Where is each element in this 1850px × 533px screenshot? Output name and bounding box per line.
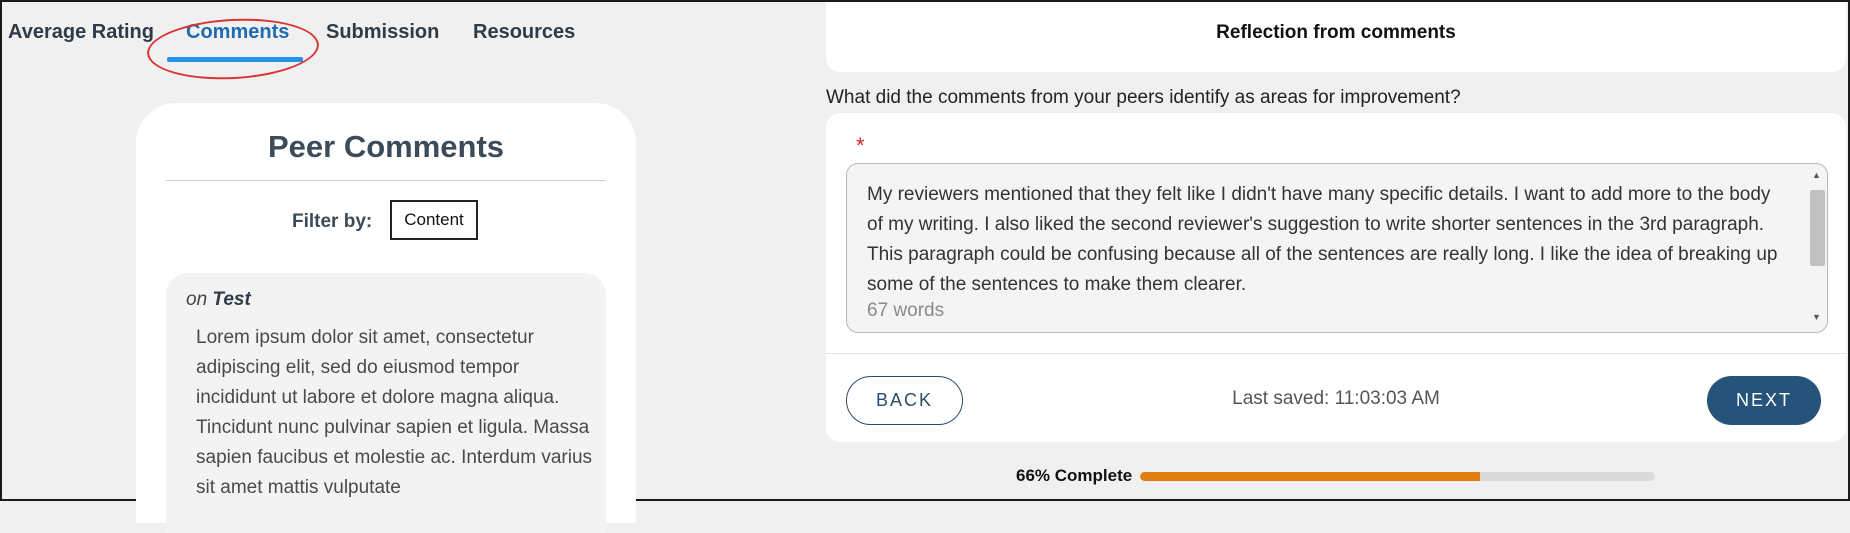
required-marker: * (856, 133, 865, 158)
scroll-down-icon[interactable]: ▼ (1812, 312, 1821, 322)
tab-resources[interactable]: Resources (473, 21, 575, 44)
comment-target: on Test (186, 289, 251, 311)
divider (166, 180, 606, 181)
comment-on-prefix: on (186, 289, 208, 310)
answer-scrollbar[interactable]: ▲ ▼ (1808, 170, 1825, 322)
last-saved-status: Last saved: 11:03:03 AM (1232, 388, 1440, 409)
next-button[interactable]: NEXT (1707, 376, 1821, 425)
tab-bar: Average Rating Comments Submission Resou… (2, 2, 602, 84)
progress-bar-fill (1140, 472, 1480, 481)
peer-comments-panel: Peer Comments Filter by: Content on Test… (136, 103, 636, 533)
filter-label: Filter by: (292, 211, 373, 232)
question-text: What did the comments from your peers id… (826, 87, 1461, 108)
scroll-up-icon[interactable]: ▲ (1812, 170, 1821, 180)
active-tab-indicator (167, 57, 303, 62)
tab-average-rating[interactable]: Average Rating (8, 21, 154, 44)
peer-comments-title: Peer Comments (267, 129, 505, 164)
reflection-header: Reflection from comments (826, 2, 1846, 72)
comment-card: on Test Lorem ipsum dolor sit amet, cons… (166, 273, 606, 533)
progress-bar (1140, 472, 1655, 481)
answer-text[interactable]: My reviewers mentioned that they felt li… (867, 180, 1787, 300)
reflection-title: Reflection from comments (1216, 22, 1456, 43)
comment-text: Lorem ipsum dolor sit amet, consectetur … (196, 327, 593, 498)
answer-textarea[interactable]: My reviewers mentioned that they felt li… (846, 163, 1828, 333)
tab-comments[interactable]: Comments (186, 21, 289, 44)
progress-label: 66% Complete (1016, 466, 1133, 485)
word-count: 67 words (867, 300, 945, 321)
divider (826, 353, 1846, 354)
filter-select[interactable]: Content (390, 200, 478, 240)
scroll-thumb[interactable] (1810, 190, 1825, 266)
tab-submission[interactable]: Submission (326, 21, 439, 44)
reflection-form: * My reviewers mentioned that they felt … (826, 113, 1846, 442)
comment-on-target: Test (212, 289, 251, 310)
